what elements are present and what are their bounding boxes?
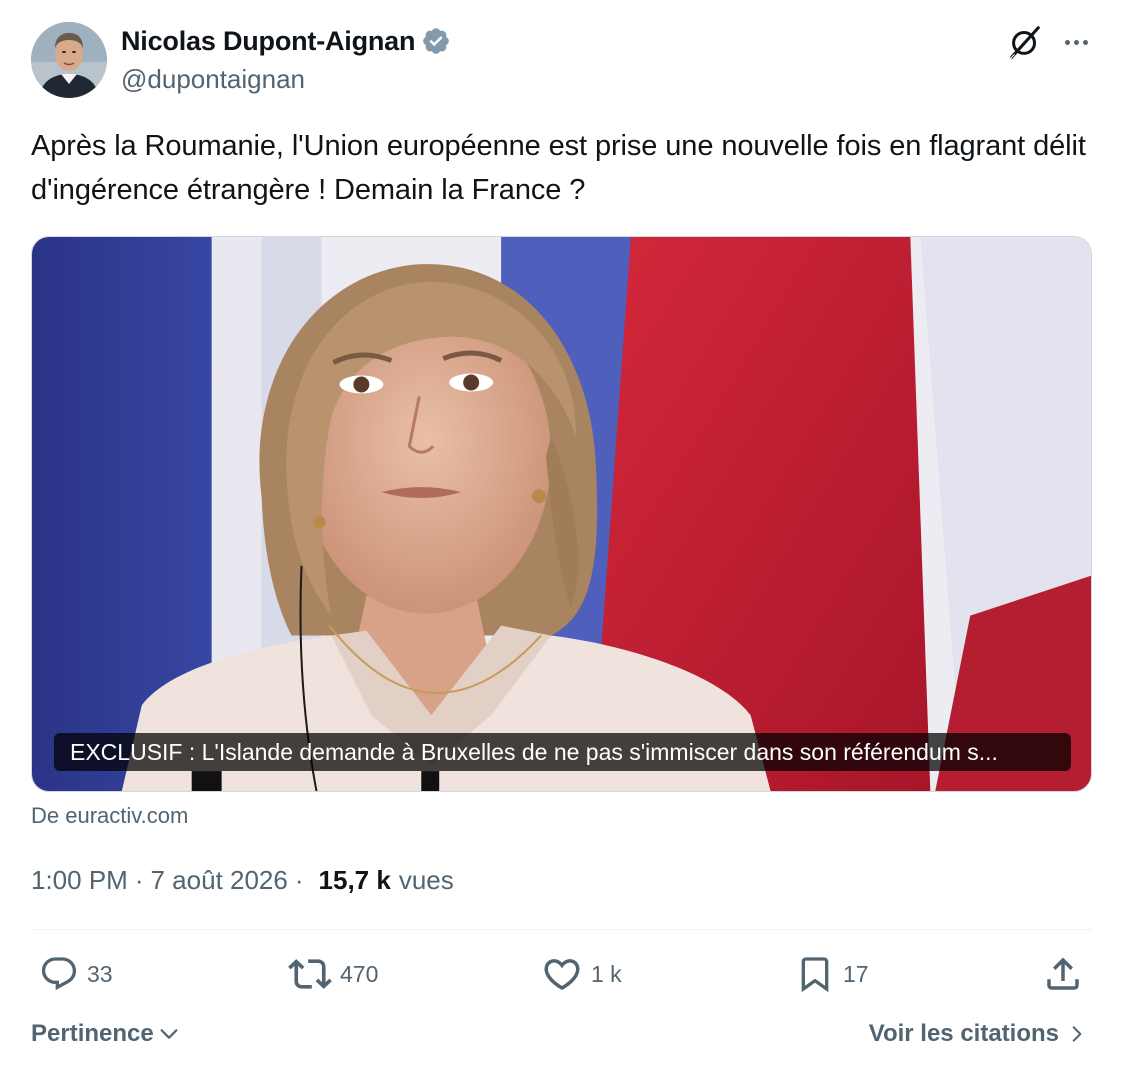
link-card[interactable]: EXCLUSIF : L'Islande demande à Bruxelles…: [31, 236, 1092, 792]
divider: [31, 929, 1092, 930]
like-count: 1 k: [591, 960, 622, 987]
repost-icon: [288, 959, 332, 989]
repost-button[interactable]: 470: [288, 948, 378, 1000]
reply-count: 33: [87, 960, 113, 987]
chevron-right-icon: [1072, 1026, 1082, 1042]
author-handle[interactable]: @dupontaignan: [121, 64, 305, 95]
view-quotes-label: Voir les citations: [868, 1020, 1059, 1047]
bookmark-count: 17: [843, 960, 869, 987]
tweet-meta: 1:00 PM · 7 août 2026 · 15,7 k vues: [31, 862, 454, 898]
author-name-row[interactable]: Nicolas Dupont-Aignan: [121, 24, 451, 58]
article-photo: [32, 237, 1091, 791]
meta-separator: ·: [294, 864, 304, 895]
more-dot: [1073, 39, 1079, 45]
share-button[interactable]: [1042, 948, 1084, 1000]
like-button[interactable]: 1 k: [541, 948, 622, 1000]
view-quotes-link[interactable]: Voir les citations: [869, 1016, 1087, 1052]
more-dot: [1064, 39, 1070, 45]
avatar[interactable]: [31, 22, 107, 98]
chevron-down-icon: [160, 1029, 178, 1039]
author-display-name[interactable]: Nicolas Dupont-Aignan: [121, 26, 415, 57]
avatar-image: [31, 22, 107, 98]
meta-separator: ·: [134, 864, 144, 895]
views-count: 15,7 k: [318, 864, 391, 895]
verified-badge-icon[interactable]: [421, 26, 451, 56]
repost-count: 470: [340, 960, 379, 987]
bookmark-icon: [801, 957, 829, 993]
link-source[interactable]: De euractiv.com: [31, 803, 188, 829]
sort-dropdown[interactable]: Pertinence: [31, 1016, 180, 1052]
tweet-date[interactable]: 7 août 2026: [151, 865, 288, 896]
more-dot: [1082, 39, 1088, 45]
tweet-time[interactable]: 1:00 PM: [31, 865, 128, 896]
tweet-card: Nicolas Dupont-Aignan @dupontaignan Aprè…: [0, 0, 1123, 1072]
grok-icon[interactable]: [1005, 22, 1045, 62]
link-card-title[interactable]: EXCLUSIF : L'Islande demande à Bruxelles…: [54, 733, 1071, 771]
action-bar: 33 470 1 k 17: [0, 948, 1123, 1000]
tweet-text: Après la Roumanie, l'Union européenne es…: [31, 130, 1086, 206]
views-label: vues: [398, 864, 454, 895]
share-icon: [1047, 957, 1079, 990]
more-options-icon[interactable]: [1056, 26, 1096, 58]
bookmark-button[interactable]: 17: [795, 948, 869, 1000]
heart-icon: [544, 959, 580, 991]
reply-button[interactable]: 33: [39, 948, 113, 1000]
reply-icon: [41, 957, 77, 991]
sort-label: Pertinence: [31, 1020, 154, 1047]
